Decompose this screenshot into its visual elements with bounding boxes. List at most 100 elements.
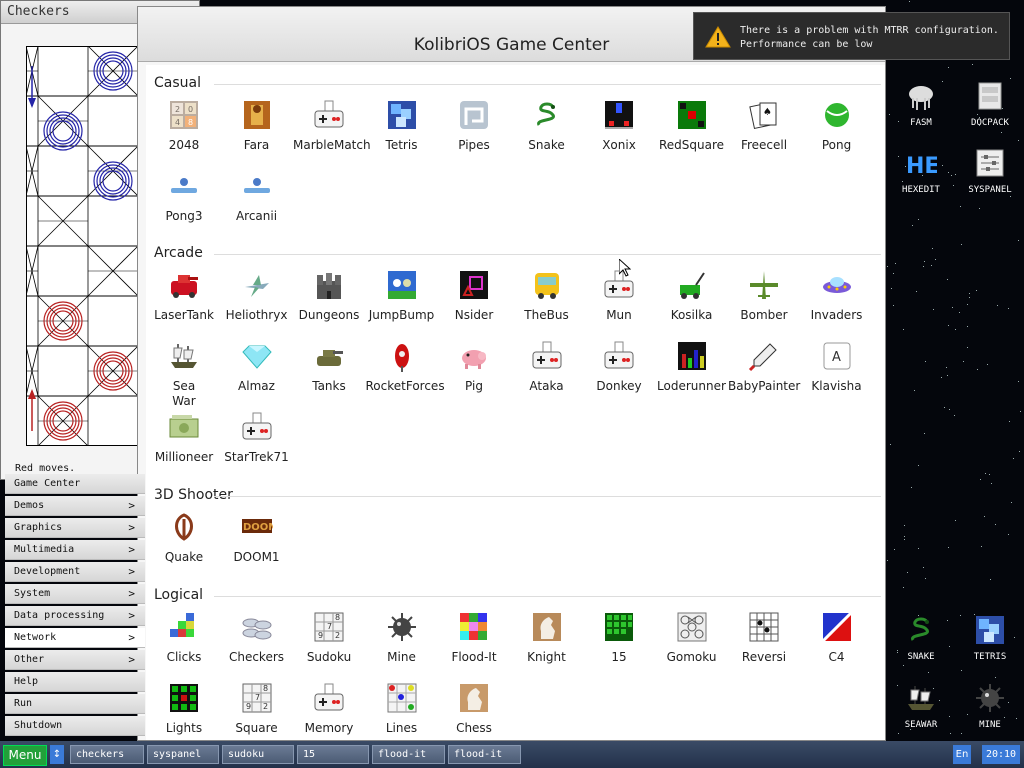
game-tile[interactable]: Millioneer xyxy=(148,411,220,465)
ball-icon xyxy=(821,99,853,131)
game-tile[interactable]: Heliothryx xyxy=(221,269,293,323)
desktop-icon[interactable]: HE HEXEDIT xyxy=(886,145,956,195)
star xyxy=(947,374,949,376)
desktop-icon-label: MINE xyxy=(979,720,1001,730)
key-icon: A xyxy=(821,340,853,372)
game-tile[interactable]: Pong3 xyxy=(148,170,220,224)
desktop-icon[interactable]: DOCPACK xyxy=(955,78,1024,128)
svg-text:A: A xyxy=(832,350,841,365)
taskbar-task[interactable]: flood-it xyxy=(372,745,445,764)
game-tile[interactable]: Gomoku xyxy=(656,611,728,665)
checkers-board[interactable] xyxy=(26,46,138,446)
game-label: Fara xyxy=(243,138,270,152)
game-tile[interactable]: Flood-It xyxy=(438,611,510,665)
docpack-icon xyxy=(972,78,1008,114)
game-tile[interactable]: Lights xyxy=(148,682,220,736)
game-tile[interactable]: RedSquare xyxy=(656,99,728,153)
game-tile[interactable]: LaserTank xyxy=(148,269,220,323)
game-tile[interactable]: Kosilka xyxy=(656,269,728,323)
game-tile[interactable]: Lines xyxy=(366,682,438,736)
game-tile[interactable]: Tetris xyxy=(366,99,438,153)
desktop-icon[interactable]: SNAKE xyxy=(886,612,956,662)
game-tile[interactable]: Pong xyxy=(801,99,873,153)
game-tile[interactable]: BabyPainter xyxy=(728,340,800,394)
game-tile[interactable]: Donkey xyxy=(583,340,655,394)
menu-item[interactable]: Development > xyxy=(5,562,145,582)
language-indicator[interactable]: En xyxy=(953,745,971,764)
game-tile[interactable]: Snake xyxy=(511,99,583,153)
taskbar-task[interactable]: syspanel xyxy=(147,745,219,764)
game-tile[interactable]: Tanks xyxy=(293,340,365,394)
taskbar-task[interactable]: 15 xyxy=(297,745,369,764)
swap-button[interactable]: ↕ xyxy=(50,745,64,764)
game-tile[interactable]: 9 7 2 8 Square xyxy=(221,682,293,736)
checkers-status: Red moves. xyxy=(15,463,76,474)
menu-item[interactable]: Multimedia > xyxy=(5,540,145,560)
star xyxy=(948,546,950,548)
game-tile[interactable]: Mine xyxy=(366,611,438,665)
star xyxy=(893,273,895,275)
game-tile[interactable]: TheBus xyxy=(511,269,583,323)
game-tile[interactable]: C4 xyxy=(801,611,873,665)
game-tile[interactable]: Memory xyxy=(293,682,365,736)
mtrr-notification[interactable]: There is a problem with MTRR configurati… xyxy=(693,12,1010,60)
star xyxy=(1008,307,1010,309)
menu-item[interactable]: Help xyxy=(5,672,145,692)
game-tile[interactable]: Ataka xyxy=(511,340,583,394)
game-tile[interactable]: Checkers xyxy=(221,611,293,665)
game-tile[interactable]: Invaders xyxy=(801,269,873,323)
game-tile[interactable]: 2 0 4 8 2048 xyxy=(148,99,220,153)
game-tile[interactable]: Bomber xyxy=(728,269,800,323)
desktop-icon[interactable]: SYSPANEL xyxy=(955,145,1024,195)
game-tile[interactable]: ♠ Freecell xyxy=(728,99,800,153)
desktop-icon[interactable]: MINE xyxy=(955,680,1024,730)
game-tile[interactable]: RocketForces xyxy=(366,340,445,394)
game-tile[interactable]: Clicks xyxy=(148,611,220,665)
menu-item[interactable]: Run xyxy=(5,694,145,714)
star xyxy=(1009,195,1011,197)
game-tile[interactable]: Loderunner xyxy=(656,340,728,394)
desktop-icon[interactable]: TETRIS xyxy=(955,612,1024,662)
game-tile[interactable]: StarTrek71 xyxy=(221,411,293,465)
game-tile[interactable]: Reversi xyxy=(728,611,800,665)
game-tile[interactable]: Chess xyxy=(438,682,510,736)
menu-item[interactable]: Network > xyxy=(5,628,145,648)
desktop-icon[interactable]: SEAWAR xyxy=(886,680,956,730)
game-tile[interactable]: Sea War xyxy=(148,340,220,409)
menu-item[interactable]: System > xyxy=(5,584,145,604)
game-tile[interactable]: Pipes xyxy=(438,99,510,153)
game-tile[interactable]: DOOM DOOM1 xyxy=(221,511,293,565)
game-tile[interactable]: A Klavisha xyxy=(801,340,873,394)
game-tile[interactable]: MarbleMatch xyxy=(293,99,371,153)
taskbar-task[interactable]: flood-it xyxy=(448,745,521,764)
menu-item[interactable]: Other > xyxy=(5,650,145,670)
game-tile[interactable]: Nsider xyxy=(438,269,510,323)
taskbar-task[interactable]: sudoku xyxy=(222,745,294,764)
game-tile[interactable]: Knight xyxy=(511,611,583,665)
menu-button[interactable]: Menu xyxy=(3,745,47,766)
chevron-right-icon: > xyxy=(128,543,135,556)
game-tile[interactable]: Xonix xyxy=(583,99,655,153)
menu-item[interactable]: Graphics > xyxy=(5,518,145,538)
menu-item[interactable]: Data processing > xyxy=(5,606,145,626)
game-tile[interactable]: Fara xyxy=(221,99,293,153)
svg-text:2: 2 xyxy=(335,631,340,640)
game-tile[interactable]: 9 7 2 8 Sudoku xyxy=(293,611,365,665)
taskbar-task[interactable]: checkers xyxy=(70,745,144,764)
star xyxy=(930,264,932,266)
game-tile[interactable]: Dungeons xyxy=(293,269,365,323)
game-tile[interactable]: Arcanii xyxy=(221,170,293,224)
menu-item[interactable]: Demos > xyxy=(5,496,145,516)
menu-item[interactable]: Shutdown xyxy=(5,716,145,736)
game-tile[interactable]: 15 xyxy=(583,611,655,665)
game-tile[interactable]: Almaz xyxy=(221,340,293,394)
star xyxy=(890,287,892,289)
game-tile[interactable]: Mun xyxy=(583,269,655,323)
game-tile[interactable]: JumpBump xyxy=(366,269,438,323)
menu-item-label: Development xyxy=(14,566,81,577)
game-tile[interactable]: Pig xyxy=(438,340,510,394)
lawnmower-icon xyxy=(676,269,708,301)
game-tile[interactable]: Quake xyxy=(148,511,220,565)
menu-item[interactable]: Game Center xyxy=(5,474,145,494)
desktop-icon[interactable]: FASM xyxy=(886,78,956,128)
